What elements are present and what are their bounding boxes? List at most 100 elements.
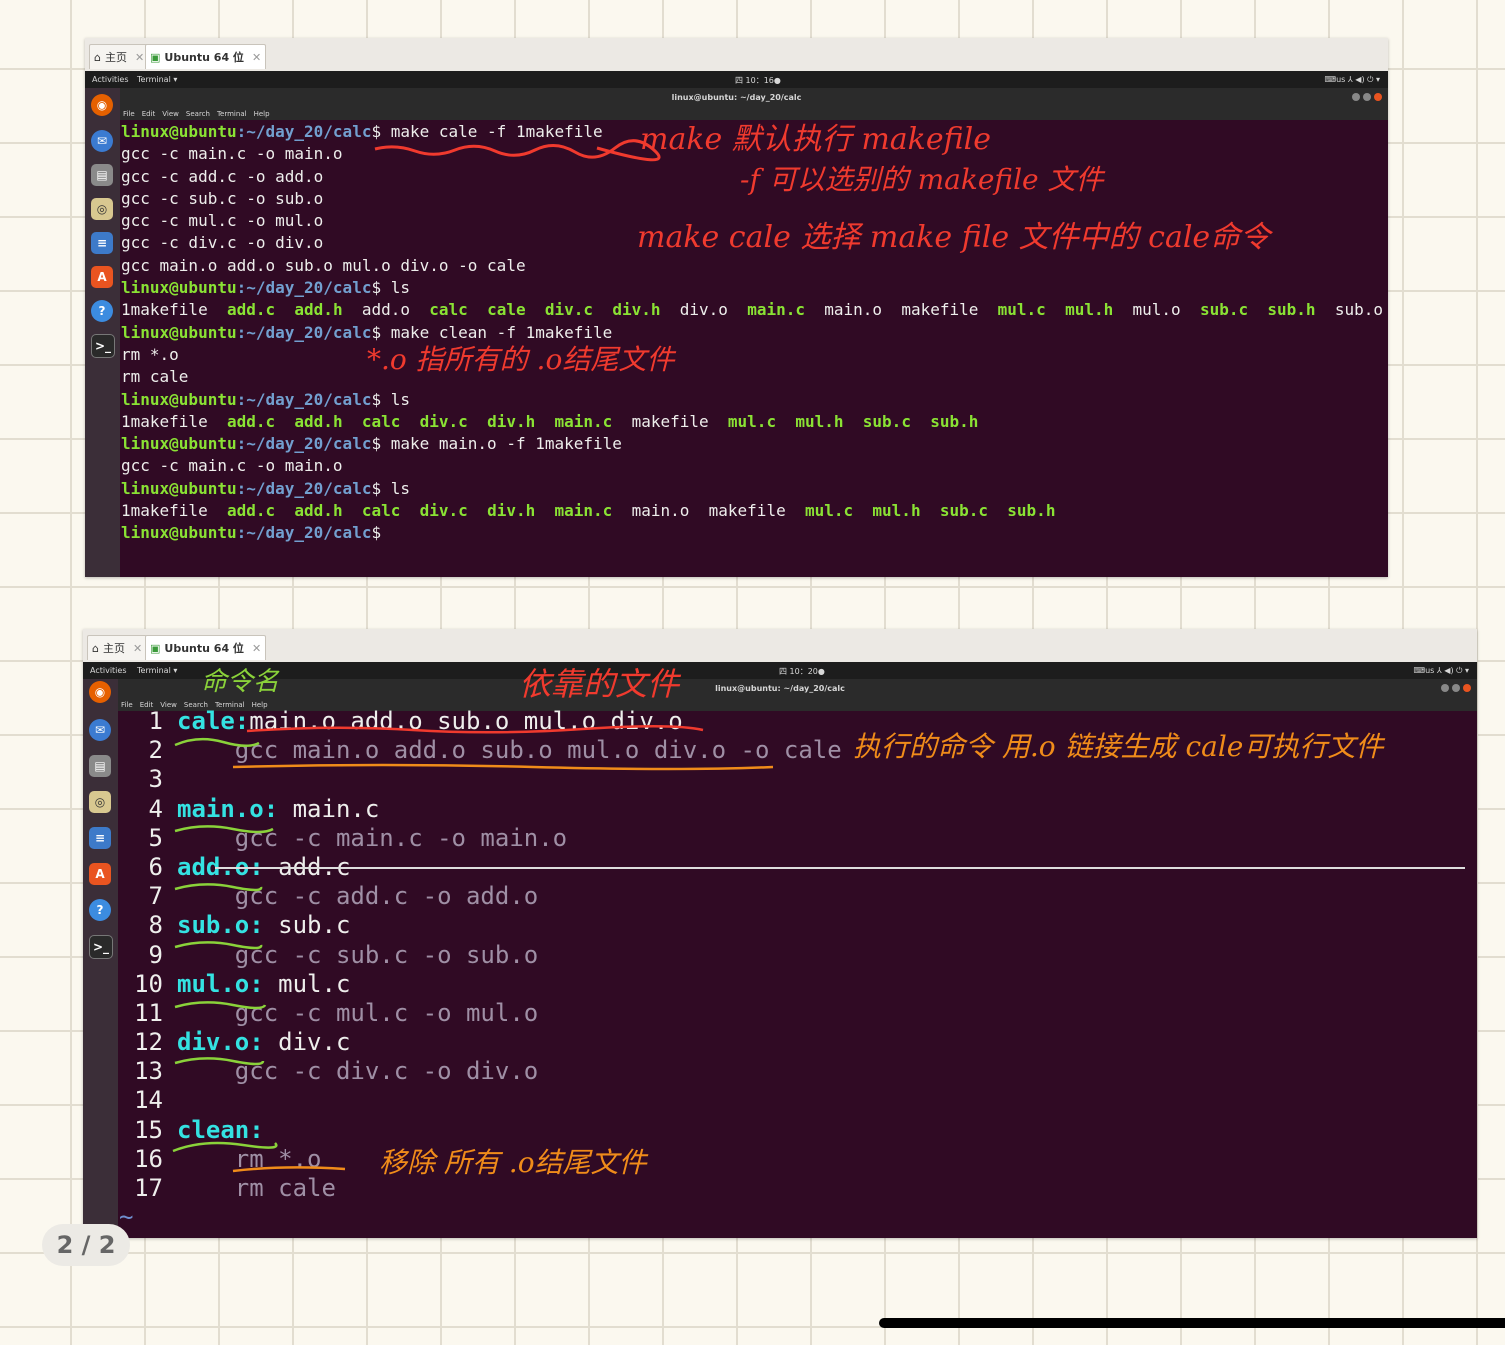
output-text: rm cale — [121, 367, 189, 387]
libreoffice-writer-icon[interactable]: ≡ — [91, 232, 113, 254]
vm-icon: ▣ — [150, 50, 161, 64]
vm-tab-ubuntu[interactable]: ▣ Ubuntu 64 位 ✕ — [145, 44, 267, 69]
recipe-command: gcc -c add.c -o add.o — [177, 882, 539, 911]
make-target: sub.o: — [177, 911, 264, 940]
file-entry: 1makefile — [121, 501, 208, 521]
home-indicator-bar[interactable] — [879, 1318, 1505, 1328]
close-button[interactable] — [1463, 684, 1471, 692]
rhythmbox-icon[interactable]: ◎ — [91, 198, 113, 220]
annotation-link-command: 执行的命令 用.o 链接生成 cale可执行文件 — [853, 730, 1384, 763]
file-entry: sub.h — [930, 411, 979, 431]
annotation-f-option: -f 可以选别的 makefile 文件 — [740, 163, 1104, 196]
file-entry: add.c — [226, 300, 276, 320]
prompt-path: :~/day_20/calc — [236, 434, 372, 454]
recipe-command: gcc -c div.c -o div.o — [177, 1057, 539, 1086]
terminal-line: gcc main.o add.o sub.o mul.o div.o -o ca… — [121, 255, 1388, 277]
system-tray[interactable]: ⌨us ⅄ ◀) ⏻ ▾ — [1414, 666, 1469, 676]
close-icon[interactable]: ✕ — [252, 642, 261, 655]
make-target: cale: — [177, 707, 250, 735]
file-entry: mul.c — [727, 411, 777, 431]
terminal-line: gcc -c main.c -o main.o — [121, 455, 1388, 477]
make-target: div.o: — [177, 1028, 264, 1057]
terminal-icon[interactable]: >_ — [91, 334, 115, 358]
vim-editor[interactable]: 1 cale:main.o add.o sub.o mul.o div.o 2 gc… — [119, 707, 1477, 1238]
prompt-user: linux@ubuntu — [121, 434, 237, 454]
menu-search[interactable]: Search — [186, 110, 210, 118]
line-number: 13 — [134, 1057, 163, 1086]
file-entry: makefile — [708, 501, 786, 521]
files-icon[interactable]: ▤ — [89, 755, 111, 777]
prompt-path: :~/day_20/calc — [236, 478, 372, 498]
terminal-line: 1makefile add.c add.h calc div.c div.h m… — [121, 500, 1388, 522]
vm-tab-home[interactable]: ⌂ 主页 ✕ — [89, 44, 150, 69]
activities-button[interactable]: Activities — [90, 666, 127, 675]
minimize-button[interactable] — [1441, 684, 1449, 692]
terminal-line: linux@ubuntu:~/day_20/calc$ ls — [121, 277, 1388, 299]
file-entry: div.h — [612, 300, 661, 320]
file-entry: calc — [361, 411, 401, 431]
help-icon[interactable]: ? — [89, 899, 111, 921]
firefox-icon[interactable]: ◉ — [89, 681, 111, 703]
activities-button[interactable]: Activities — [92, 75, 129, 84]
output-text: gcc -c mul.c -o mul.o — [121, 211, 324, 231]
rhythmbox-icon[interactable]: ◎ — [89, 791, 111, 813]
prompt-user: linux@ubuntu — [121, 478, 237, 498]
prompt-user: linux@ubuntu — [121, 322, 237, 342]
menu-terminal[interactable]: Terminal — [217, 110, 247, 118]
dock: ◉ ✉ ▤ ◎ ≡ A ? >_ — [85, 88, 120, 577]
command-text: $ ls — [371, 389, 410, 409]
menu-file[interactable]: File — [123, 110, 135, 118]
output-text: gcc -c div.c -o div.o — [121, 233, 324, 253]
terminal-icon[interactable]: >_ — [89, 935, 113, 959]
maximize-button[interactable] — [1452, 684, 1460, 692]
file-entry: main.c — [554, 501, 613, 521]
vm-tab-home[interactable]: ⌂ 主页 ✕ — [87, 635, 148, 660]
file-entry: div.c — [419, 411, 468, 431]
prompt-path: :~/day_20/calc — [236, 389, 372, 409]
close-button[interactable] — [1374, 93, 1382, 101]
vm-tab-bar: ⌂ 主页 ✕ ▣ Ubuntu 64 位 ✕ — [85, 38, 1388, 72]
thunderbird-icon[interactable]: ✉ — [91, 130, 113, 152]
output-text: gcc -c sub.c -o sub.o — [121, 188, 324, 208]
terminal-line: rm *.o — [121, 344, 1388, 366]
file-entry: main.o — [631, 501, 690, 521]
menu-view[interactable]: View — [162, 110, 179, 118]
output-text: gcc -c add.c -o add.o — [121, 166, 324, 186]
home-icon: ⌂ — [92, 641, 99, 655]
recipe-command: gcc -c sub.c -o sub.o — [177, 940, 539, 969]
dock: ◉ ✉ ▤ ◎ ≡ A ? >_ — [83, 679, 118, 1238]
clock[interactable]: 四 10：16● — [735, 75, 781, 86]
line-number: 3 — [148, 765, 163, 794]
system-tray[interactable]: ⌨us ⅄ ◀) ⏻ ▾ — [1325, 75, 1380, 85]
software-center-icon[interactable]: A — [91, 266, 113, 288]
clock[interactable]: 四 10：20● — [779, 666, 825, 677]
vm-tab-ubuntu[interactable]: ▣ Ubuntu 64 位 ✕ — [145, 635, 267, 660]
make-target: clean: — [177, 1115, 264, 1144]
libreoffice-writer-icon[interactable]: ≡ — [89, 827, 111, 849]
minimize-button[interactable] — [1352, 93, 1360, 101]
files-icon[interactable]: ▤ — [91, 164, 113, 186]
file-entry: add.c — [226, 501, 276, 521]
menu-edit[interactable]: Edit — [142, 110, 156, 118]
menu-help[interactable]: Help — [254, 110, 270, 118]
vm-tab-bar: ⌂ 主页 ✕ ▣ Ubuntu 64 位 ✕ — [83, 629, 1477, 663]
terminal-line: 1makefile add.c add.h add.o calc cale di… — [121, 299, 1388, 321]
close-icon[interactable]: ✕ — [133, 642, 142, 655]
vm-tab-label: Ubuntu 64 位 — [164, 51, 244, 64]
file-entry: div.c — [419, 501, 468, 521]
vim-line: 9 gcc -c sub.c -o sub.o — [119, 941, 1477, 970]
file-entry: mul.h — [795, 411, 844, 431]
app-menu[interactable]: Terminal ▾ — [137, 75, 177, 84]
help-icon[interactable]: ? — [91, 300, 113, 322]
maximize-button[interactable] — [1363, 93, 1371, 101]
app-menu[interactable]: Terminal ▾ — [137, 666, 177, 675]
close-icon[interactable]: ✕ — [252, 51, 261, 64]
dependencies: sub.c — [263, 911, 351, 940]
software-center-icon[interactable]: A — [89, 863, 111, 885]
close-icon[interactable]: ✕ — [135, 51, 144, 64]
prompt-path: :~/day_20/calc — [236, 523, 372, 543]
line-number: 1 — [148, 707, 163, 735]
thunderbird-icon[interactable]: ✉ — [89, 719, 111, 741]
firefox-icon[interactable]: ◉ — [91, 94, 113, 116]
file-entry: main.o — [824, 300, 883, 320]
